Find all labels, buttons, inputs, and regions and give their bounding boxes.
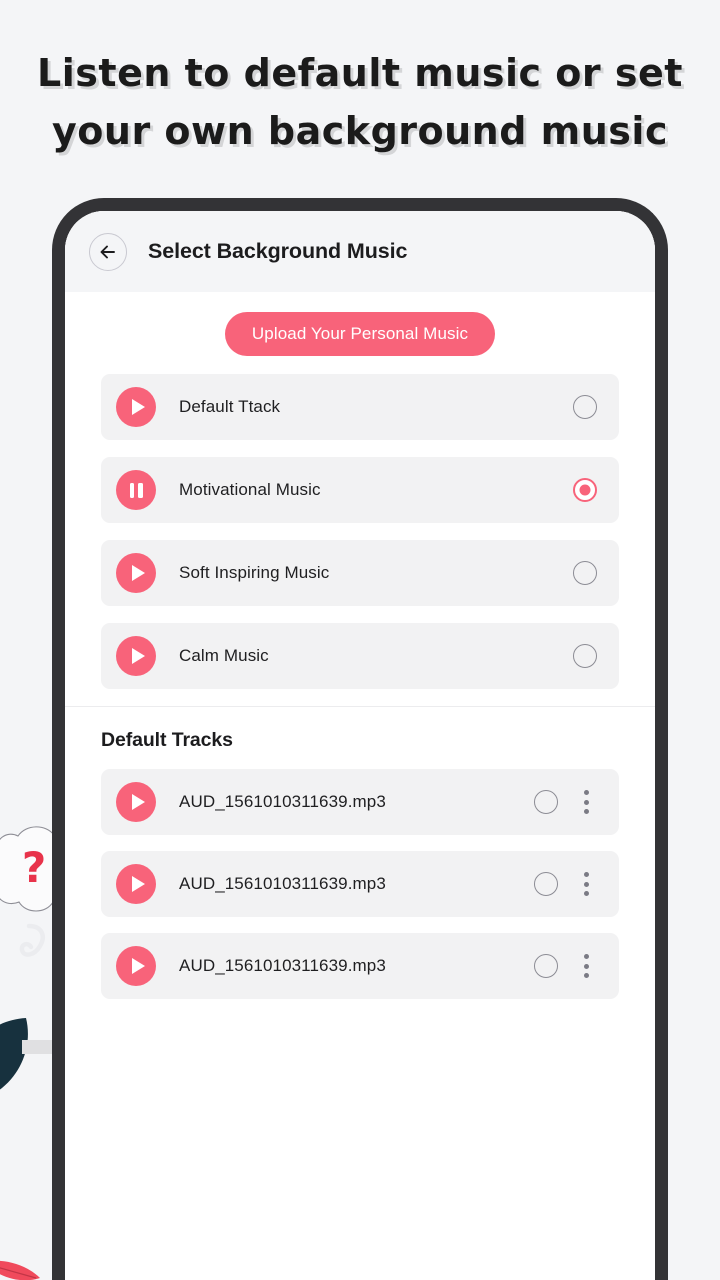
teardrop-leaf-icon xyxy=(0,1018,40,1098)
play-icon[interactable] xyxy=(116,387,156,427)
track-name: Default Ttack xyxy=(179,397,281,416)
page-title: Listen to default music or set your own … xyxy=(0,44,720,160)
track-radio[interactable] xyxy=(573,561,597,585)
default-track-list: AUD_1561010311639.mp3 AUD_1561010311639.… xyxy=(65,769,655,999)
list-item[interactable]: AUD_1561010311639.mp3 xyxy=(101,769,619,835)
play-icon[interactable] xyxy=(116,946,156,986)
play-icon[interactable] xyxy=(116,782,156,822)
file-name: AUD_1561010311639.mp3 xyxy=(179,792,386,811)
file-name: AUD_1561010311639.mp3 xyxy=(179,956,386,975)
more-vertical-icon[interactable] xyxy=(575,785,597,819)
track-radio[interactable] xyxy=(573,644,597,668)
headline-line-1: Listen to default music or set xyxy=(37,51,683,95)
more-vertical-icon[interactable] xyxy=(575,949,597,983)
list-item[interactable]: AUD_1561010311639.mp3 xyxy=(101,933,619,999)
play-icon[interactable] xyxy=(116,864,156,904)
upload-personal-music-button[interactable]: Upload Your Personal Music xyxy=(224,312,496,356)
file-radio[interactable] xyxy=(534,790,558,814)
play-icon[interactable] xyxy=(116,636,156,676)
app-header-title: Select Background Music xyxy=(148,239,408,263)
list-item[interactable]: AUD_1561010311639.mp3 xyxy=(101,851,619,917)
file-name: AUD_1561010311639.mp3 xyxy=(179,874,386,893)
track-name: Motivational Music xyxy=(179,480,321,499)
app-header: Select Background Music xyxy=(65,211,655,292)
mini-leaf-icon xyxy=(0,1258,44,1280)
track-row[interactable]: Calm Music xyxy=(101,623,619,689)
headline-line-2: your own background music xyxy=(52,109,668,153)
track-row[interactable]: Default Ttack xyxy=(101,374,619,440)
file-radio[interactable] xyxy=(534,954,558,978)
track-name: Calm Music xyxy=(179,646,269,665)
play-icon[interactable] xyxy=(116,553,156,593)
phone-frame: Select Background Music Upload Your Pers… xyxy=(52,198,668,1280)
track-row[interactable]: Motivational Music xyxy=(101,457,619,523)
track-radio[interactable] xyxy=(573,395,597,419)
more-vertical-icon[interactable] xyxy=(575,867,597,901)
hook-squiggle-icon xyxy=(16,922,56,968)
back-button[interactable] xyxy=(89,232,127,271)
track-row[interactable]: Soft Inspiring Music xyxy=(101,540,619,606)
svg-text:?: ? xyxy=(22,843,46,892)
preset-track-list: Default Ttack Motivational Music Soft In… xyxy=(65,356,655,689)
pause-icon[interactable] xyxy=(116,470,156,510)
app-screen: Select Background Music Upload Your Pers… xyxy=(65,211,655,1280)
track-name: Soft Inspiring Music xyxy=(179,563,330,582)
default-tracks-heading: Default Tracks xyxy=(101,729,233,751)
arrow-left-icon xyxy=(98,242,118,262)
file-radio[interactable] xyxy=(534,872,558,896)
upload-button-row: Upload Your Personal Music xyxy=(65,292,655,356)
track-radio-selected[interactable] xyxy=(573,478,597,502)
